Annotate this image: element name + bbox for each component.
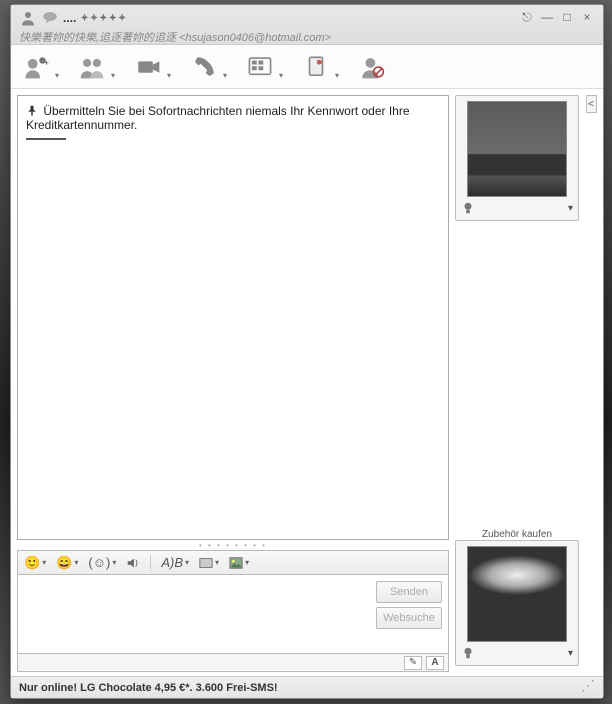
font-toggle[interactable]: A xyxy=(426,656,444,670)
websearch-button[interactable]: Websuche xyxy=(376,607,442,629)
svg-text:+: + xyxy=(44,58,49,67)
background-button[interactable]: ▾ xyxy=(199,556,219,570)
main-toolbar: + ▾ ▾ ▾ ▾ ▾ ▾ xyxy=(11,45,603,89)
compose-footer: ✎ A xyxy=(17,654,449,672)
compose-area-wrap: • • • • • • • • 🙂▾ 😄▾ (☺)▾ A)B▾ ▾ ▾ xyxy=(11,540,603,676)
resize-handle[interactable]: • • • • • • • • xyxy=(17,540,449,550)
nudge-button[interactable]: (☺)▾ xyxy=(88,555,116,570)
message-input[interactable]: Senden Websuche xyxy=(17,574,449,654)
local-avatar-image[interactable] xyxy=(467,546,567,642)
handwrite-toggle[interactable]: ✎ xyxy=(404,656,422,670)
emoticon-button[interactable]: 🙂▾ xyxy=(24,555,46,571)
block-button[interactable] xyxy=(357,52,387,82)
contact-status-line: 快樂著妳的快樂,追逐著妳的追逐 <hsujason0406@hotmail.co… xyxy=(19,29,331,45)
window-controls: ⎋ — □ × xyxy=(519,9,595,25)
chat-window: .... ✦✦✦✦✦ 快樂著妳的快樂,追逐著妳的追逐 <hsujason0406… xyxy=(10,4,604,699)
speech-icon xyxy=(41,9,59,27)
webcam-icon[interactable] xyxy=(461,646,475,660)
games-button[interactable]: ▾ xyxy=(301,52,331,82)
video-call-button[interactable]: ▾ xyxy=(133,52,163,82)
voice-clip-button[interactable] xyxy=(126,556,140,570)
message-divider xyxy=(26,138,66,140)
collapse-sidebar-button[interactable]: < xyxy=(586,95,597,113)
mood-stars: ✦✦✦✦✦ xyxy=(80,13,126,24)
pin-icon xyxy=(26,105,38,117)
ad-text[interactable]: Nur online! LG Chocolate 4,95 €*. 3.600 … xyxy=(19,682,278,694)
local-avatar-menu[interactable]: ▾ xyxy=(568,648,573,659)
maximize-button[interactable]: □ xyxy=(559,9,575,25)
minimize-button[interactable]: — xyxy=(539,9,555,25)
remote-avatar-panel: ▾ xyxy=(455,95,579,221)
wink-button[interactable]: 😄▾ xyxy=(56,555,78,571)
send-file-button[interactable]: ▾ xyxy=(77,52,107,82)
titlebar: .... ✦✦✦✦✦ 快樂著妳的快樂,追逐著妳的追逐 <hsujason0406… xyxy=(11,5,603,45)
content-area: Übermitteln Sie bei Sofortnachrichten ni… xyxy=(11,89,603,540)
contact-name: .... xyxy=(63,11,76,25)
remote-avatar-image[interactable] xyxy=(467,101,567,197)
chat-history[interactable]: Übermitteln Sie bei Sofortnachrichten ni… xyxy=(17,95,449,540)
remote-avatar-menu[interactable]: ▾ xyxy=(568,203,573,214)
security-notice: Übermitteln Sie bei Sofortnachrichten ni… xyxy=(26,104,410,132)
local-avatar-panel: ▾ xyxy=(455,540,579,666)
close-button[interactable]: × xyxy=(579,9,595,25)
picture-button[interactable]: ▾ xyxy=(229,556,249,570)
statusbar: Nur online! LG Chocolate 4,95 €*. 3.600 … xyxy=(11,676,603,698)
font-button[interactable]: A)B▾ xyxy=(161,555,189,570)
webcam-icon[interactable] xyxy=(461,201,475,215)
accessories-label[interactable]: Zubehör kaufen xyxy=(455,529,579,540)
format-toolbar: 🙂▾ 😄▾ (☺)▾ A)B▾ ▾ ▾ xyxy=(17,550,449,574)
activities-button[interactable]: ▾ xyxy=(245,52,275,82)
invite-button[interactable]: + ▾ xyxy=(21,52,51,82)
send-button[interactable]: Senden xyxy=(376,581,442,603)
resize-grip[interactable]: ⋰ xyxy=(581,681,595,695)
pin-icon[interactable]: ⎋ xyxy=(519,9,535,25)
buddy-icon xyxy=(19,9,37,27)
voice-call-button[interactable]: ▾ xyxy=(189,52,219,82)
